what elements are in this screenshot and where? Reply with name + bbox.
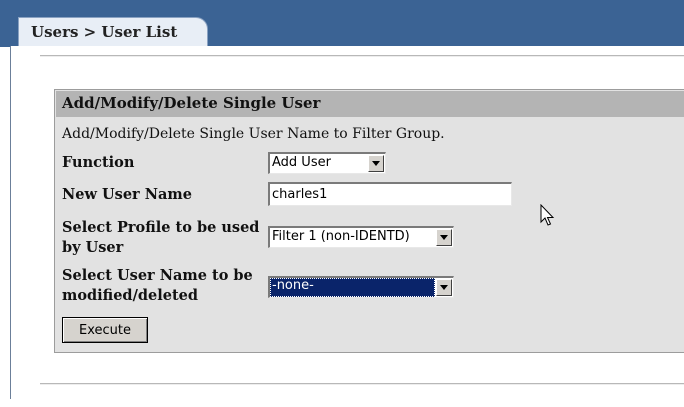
divider-top-highlight: [40, 56, 684, 57]
panel-description: Add/Modify/Delete Single User Name to Fi…: [62, 126, 445, 142]
modify-user-label-line2: modified/deleted: [62, 287, 199, 304]
chevron-down-icon[interactable]: [436, 229, 452, 246]
new-user-name-label: New User Name: [62, 186, 192, 203]
panel-header: Add/Modify/Delete Single User: [56, 91, 684, 117]
modify-user-label-line1: Select User Name to be: [62, 267, 253, 284]
panel-title: Add/Modify/Delete Single User: [62, 94, 321, 112]
divider-bottom-highlight: [40, 384, 684, 385]
function-select[interactable]: Add User: [268, 152, 386, 174]
modify-user-select-value: -none-: [270, 278, 435, 297]
modify-user-select[interactable]: -none-: [268, 276, 454, 298]
new-user-name-input[interactable]: [268, 182, 512, 206]
chevron-down-icon[interactable]: [368, 155, 384, 172]
function-select-value: Add User: [272, 155, 331, 170]
function-label: Function: [62, 154, 135, 171]
profile-label-line2: by User: [62, 239, 124, 256]
mouse-pointer-icon: [540, 204, 555, 226]
profile-select-value: Filter 1 (non-IDENTD): [272, 229, 410, 244]
breadcrumb: Users > User List: [31, 23, 178, 41]
chevron-down-icon[interactable]: [436, 279, 452, 296]
profile-select[interactable]: Filter 1 (non-IDENTD): [268, 226, 454, 248]
execute-button[interactable]: Execute: [62, 317, 148, 343]
profile-label-line1: Select Profile to be used: [62, 219, 260, 236]
